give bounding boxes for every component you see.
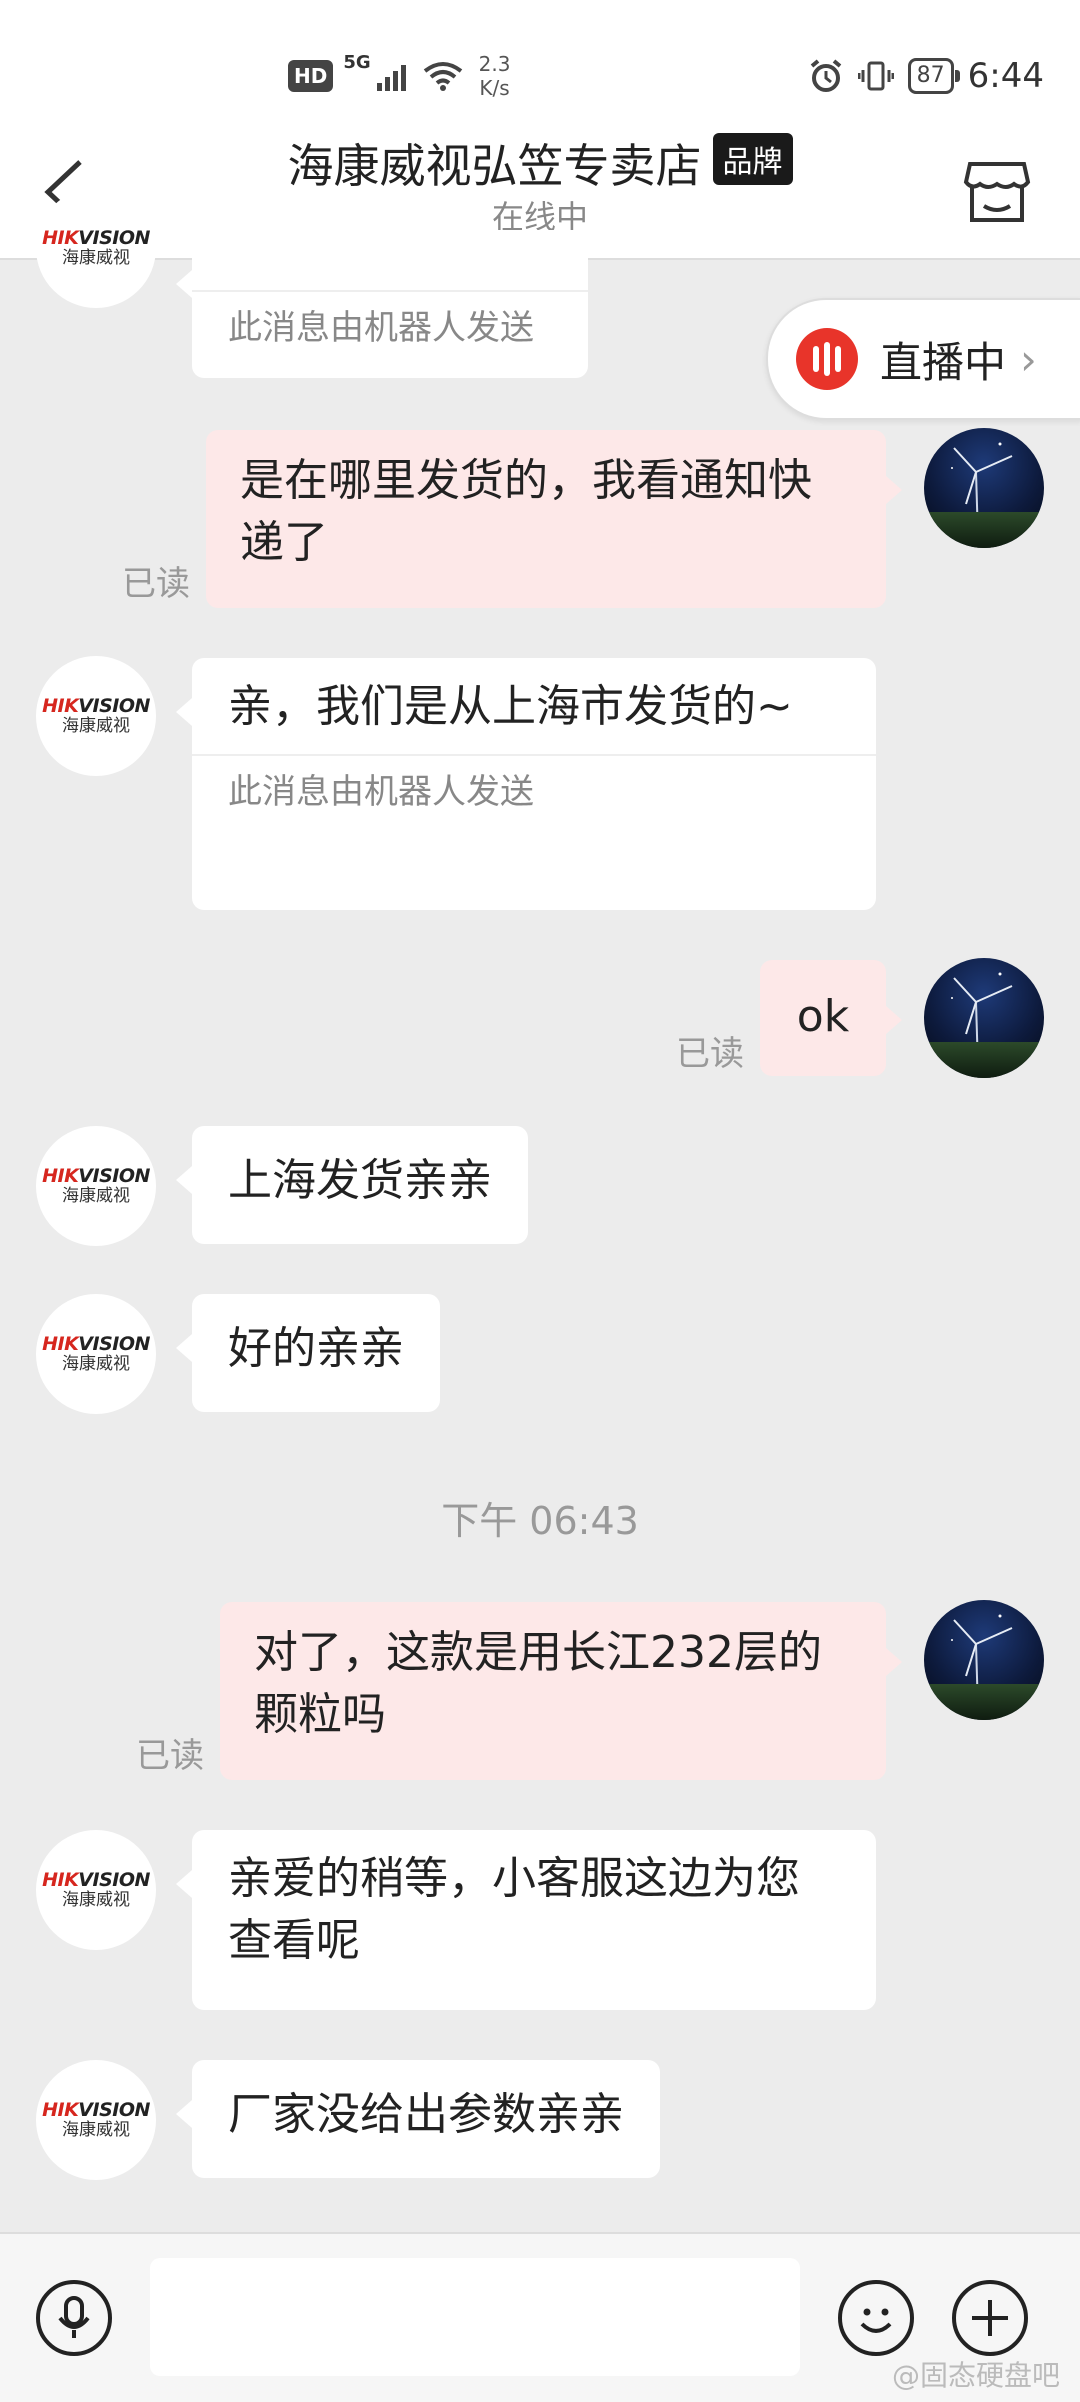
status-bar: HD 5G 2.3 K/s 87 6:44 xyxy=(0,0,1080,130)
store-icon[interactable] xyxy=(962,156,1032,226)
message-text: 厂家没给出参数亲亲 xyxy=(228,2089,624,2140)
message-input[interactable] xyxy=(150,2258,800,2376)
status-time: 6:44 xyxy=(967,56,1044,96)
shop-title-row: 海康威视弘笠专卖店 品牌 xyxy=(0,130,1080,196)
shop-avatar[interactable]: HIKVISION 海康威视 xyxy=(36,1294,156,1414)
read-receipt: 已读 xyxy=(676,1034,744,1074)
message-text: 上海发货亲亲 xyxy=(228,1155,492,1206)
hikvision-cn-logo: 海康威视 xyxy=(62,716,130,736)
user-avatar[interactable] xyxy=(924,958,1044,1078)
plus-icon xyxy=(972,2300,1008,2336)
message-text: 好的亲亲 xyxy=(228,1323,404,1374)
more-button[interactable] xyxy=(952,2280,1028,2356)
net-speed-unit: K/s xyxy=(479,76,510,100)
robot-note: 此消息由机器人发送 xyxy=(192,290,588,354)
message-bubble-incoming[interactable]: 亲，我们是从上海市发货的~ 此消息由机器人发送 xyxy=(176,658,876,910)
shop-avatar[interactable]: HIKVISION 海康威视 xyxy=(36,188,156,308)
hikvision-cn-logo: 海康威视 xyxy=(62,1890,130,1910)
battery-indicator: 87 xyxy=(907,58,960,94)
chevron-right-icon: › xyxy=(1020,334,1037,384)
message-bubble-incoming[interactable]: 亲爱的稍等，小客服这边为您查看呢 xyxy=(176,1830,876,2010)
hikvision-cn-logo: 海康威视 xyxy=(62,1354,130,1374)
message-bubble-outgoing[interactable]: 对了，这款是用长江232层的颗粒吗 xyxy=(220,1602,902,1780)
network-type: 5G xyxy=(343,52,371,73)
input-bar: @固态硬盘吧 xyxy=(0,2232,1080,2402)
signal-icon xyxy=(376,65,406,91)
message-bubble-outgoing[interactable]: ok xyxy=(760,960,902,1076)
hikvision-cn-logo: 海康威视 xyxy=(62,2120,130,2140)
microphone-icon xyxy=(58,2296,90,2338)
message-text: 亲爱的稍等，小客服这边为您查看呢 xyxy=(228,1853,800,1966)
user-avatar[interactable] xyxy=(924,1600,1044,1720)
alarm-icon xyxy=(810,59,841,92)
brand-badge: 品牌 xyxy=(712,133,793,185)
hikvision-cn-logo: 海康威视 xyxy=(62,1186,130,1206)
message-text: 是在哪里发货的，我看通知快递了 xyxy=(240,455,812,568)
hikvision-logo: HIKVISION xyxy=(42,1869,150,1891)
watermark: @固态硬盘吧 xyxy=(891,2359,1060,2392)
hikvision-logo: HIKVISION xyxy=(42,1333,150,1355)
shop-avatar[interactable]: HIKVISION 海康威视 xyxy=(36,1126,156,1246)
emoji-button[interactable] xyxy=(838,2280,914,2356)
hd-badge: HD xyxy=(288,60,334,92)
shop-avatar[interactable]: HIKVISION 海康威视 xyxy=(36,656,156,776)
smiley-icon xyxy=(860,2308,892,2333)
message-text: 亲，我们是从上海市发货的~ xyxy=(228,681,793,732)
message-bubble-incoming[interactable]: 此消息由机器人发送 xyxy=(176,230,588,378)
net-speed-value: 2.3 xyxy=(478,52,511,76)
message-bubble-incoming[interactable]: 上海发货亲亲 xyxy=(176,1126,528,1244)
shop-avatar[interactable]: HIKVISION 海康威视 xyxy=(36,2060,156,2180)
read-receipt: 已读 xyxy=(136,1736,204,1776)
status-left: HD 5G 2.3 K/s xyxy=(288,52,510,100)
robot-note: 此消息由机器人发送 xyxy=(192,754,876,818)
time-separator: 下午 06:43 xyxy=(441,1499,639,1543)
vibrate-icon xyxy=(857,61,894,91)
message-text: ok xyxy=(796,991,850,1042)
status-right: 87 6:44 xyxy=(808,56,1044,96)
message-bubble-outgoing[interactable]: 是在哪里发货的，我看通知快递了 xyxy=(206,430,902,608)
live-stream-button[interactable]: 直播中 › xyxy=(766,298,1080,420)
hikvision-cn-logo: 海康威视 xyxy=(62,248,130,268)
net-speed: 2.3 K/s xyxy=(479,52,511,100)
hikvision-logo: HIKVISION xyxy=(42,227,150,249)
hikvision-logo: HIKVISION xyxy=(42,1165,150,1187)
voice-button[interactable] xyxy=(36,2280,112,2356)
hikvision-logo: HIKVISION xyxy=(42,695,150,717)
read-receipt: 已读 xyxy=(122,564,190,604)
live-label: 直播中 xyxy=(880,337,1007,387)
wifi-icon xyxy=(423,62,462,91)
shop-avatar[interactable]: HIKVISION 海康威视 xyxy=(36,1830,156,1950)
message-text: 对了，这款是用长江232层的颗粒吗 xyxy=(254,1627,822,1740)
message-bubble-incoming[interactable]: 厂家没给出参数亲亲 xyxy=(176,2060,660,2178)
hikvision-logo: HIKVISION xyxy=(42,2099,150,2121)
user-avatar[interactable] xyxy=(924,428,1044,548)
shop-name[interactable]: 海康威视弘笠专卖店 xyxy=(287,139,701,193)
message-bubble-incoming[interactable]: 好的亲亲 xyxy=(176,1294,440,1412)
live-icon xyxy=(796,328,858,390)
